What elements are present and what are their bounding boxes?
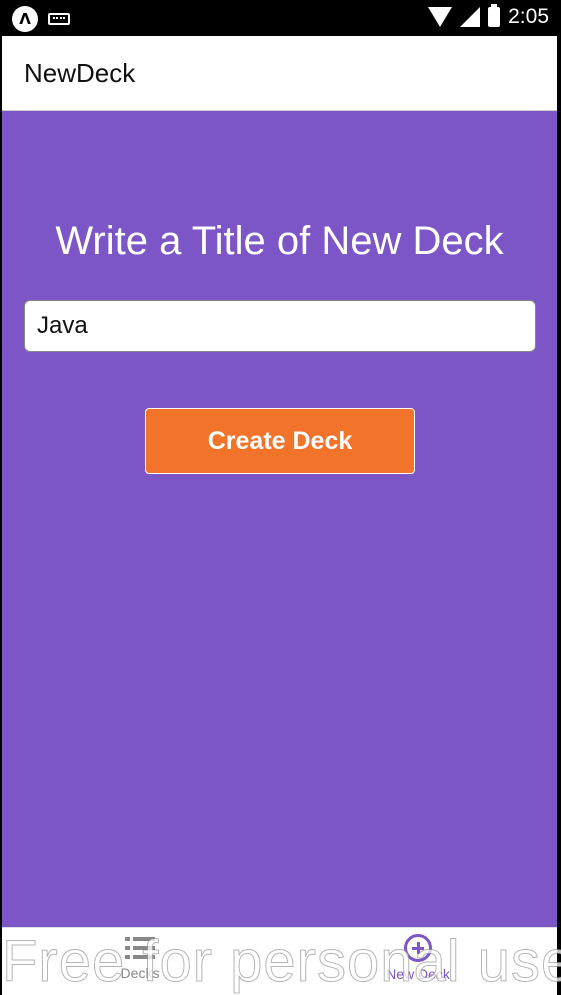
tab-decks-label: Decks [120, 965, 160, 981]
status-right: 2:05 [428, 4, 549, 29]
tab-decks[interactable]: Decks [40, 928, 240, 995]
status-left: Λ [12, 6, 70, 32]
page-title: NewDeck [24, 58, 136, 88]
app-icon: Λ [12, 6, 38, 32]
keyboard-icon [48, 13, 70, 25]
bottom-tab-bar: Decks New Deck [2, 927, 557, 995]
new-deck-heading: Write a Title of New Deck [55, 219, 504, 263]
plus-circle-icon [404, 934, 432, 962]
battery-icon [488, 4, 501, 27]
wifi-icon [428, 7, 453, 27]
new-deck-screen: Write a Title of New Deck Create Deck [2, 111, 557, 927]
create-deck-button[interactable]: Create Deck [145, 408, 415, 474]
deck-title-input[interactable] [24, 300, 536, 352]
app-header: NewDeck [2, 36, 557, 111]
status-bar: Λ 2:05 [0, 0, 561, 36]
status-time: 2:05 [508, 5, 549, 28]
tab-new-deck-label: New Deck [386, 966, 450, 982]
list-icon [125, 937, 155, 961]
signal-icon [460, 7, 481, 27]
tab-new-deck[interactable]: New Deck [318, 928, 518, 995]
